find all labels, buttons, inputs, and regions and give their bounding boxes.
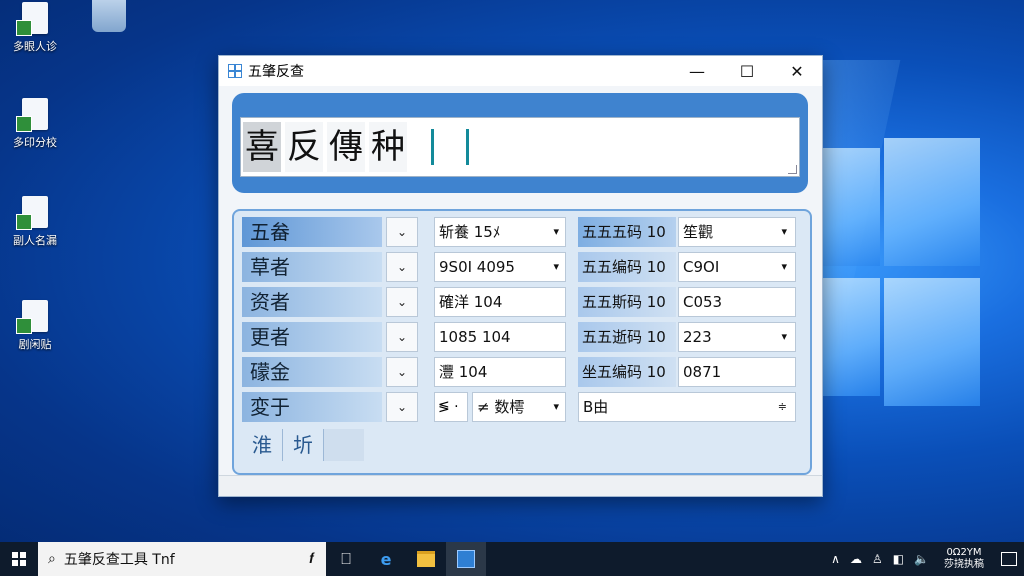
chevron-down-icon: ▾: [553, 260, 559, 273]
row-code-select[interactable]: C9OI ▾: [678, 252, 796, 282]
desktop-icon-label: 副人名漏: [13, 234, 57, 247]
volume-icon[interactable]: 🔈: [909, 552, 934, 566]
row-mid-select[interactable]: 9S0I 4095 ▾: [434, 252, 566, 282]
chevron-down-icon: ▾: [553, 400, 559, 413]
desktop-icon-1[interactable]: 多眼人诊: [0, 2, 70, 54]
row-mid-field[interactable]: 灃 104: [434, 357, 566, 387]
row-label: 更者: [242, 322, 382, 352]
input-panel: 喜 反 傳 种: [232, 93, 808, 193]
row-code-label: 五五五码 10: [578, 217, 676, 247]
windows-logo-wallpaper: [820, 138, 980, 406]
document-icon: [16, 98, 48, 132]
chevron-down-icon: ▾: [781, 225, 787, 238]
task-view-icon: ⎕: [341, 549, 351, 568]
row-code-select[interactable]: 笙觀 ▾: [678, 217, 796, 247]
document-icon: [16, 2, 48, 36]
text-caret: [466, 129, 469, 165]
bottom-tabs: 淮 圻: [242, 429, 364, 461]
clock[interactable]: 0Ω2YM 莎挠执稿: [934, 547, 994, 571]
document-icon: [16, 300, 48, 334]
desktop-icon-2[interactable]: 多印分校: [0, 98, 70, 150]
row-code-label: 坐五编码 10: [578, 357, 676, 387]
row-code-select[interactable]: 223 ▾: [678, 322, 796, 352]
task-view-button[interactable]: ⎕: [326, 542, 366, 576]
minimize-button[interactable]: —: [672, 56, 722, 86]
small-select[interactable]: ≶ ·: [434, 392, 468, 422]
desktop-icon-3[interactable]: 副人名漏: [0, 196, 70, 248]
store-icon: [457, 550, 475, 568]
edge-icon: e: [380, 549, 392, 569]
status-bar: [219, 475, 822, 496]
query-input[interactable]: 喜 反 傳 种: [240, 117, 800, 177]
input-char-1[interactable]: 喜: [243, 122, 281, 172]
row-code-label: 五五斯码 10: [578, 287, 676, 317]
chevron-down-icon: ▾: [553, 225, 559, 238]
notification-button[interactable]: [994, 542, 1024, 576]
microphone-icon[interactable]: 𝒇: [309, 551, 314, 567]
resize-grip-icon[interactable]: [788, 165, 797, 174]
desktop-icon-4[interactable]: 剧闲贴: [0, 300, 70, 352]
input-char-3[interactable]: 傳: [327, 122, 365, 172]
row-label: 草者: [242, 252, 382, 282]
notification-icon: [1001, 552, 1017, 566]
app-window: 五肇反查 — ☐ ✕ 喜 反 傳 种 五畚 ⌄ 斩養 15ﾒ▾ 五五五码 10: [218, 55, 823, 497]
row-label: 五畚: [242, 217, 382, 247]
row-code-label: 五五编码 10: [578, 252, 676, 282]
tab-2[interactable]: 圻: [283, 429, 324, 461]
network-icon[interactable]: ◧: [888, 552, 909, 566]
row-mid-field[interactable]: 確洋 104: [434, 287, 566, 317]
file-explorer-button[interactable]: [406, 542, 446, 576]
system-tray: ∧ ☁ ♙ ◧ 🔈 0Ω2YM 莎挠执稿: [826, 542, 1024, 576]
window-title: 五肇反查: [248, 64, 304, 80]
taskbar: ⌕ 五肇反查工具 Tnf 𝒇 ⎕ e ∧ ☁ ♙ ◧ 🔈 0Ω2YM 莎挠执稿: [0, 542, 1024, 576]
row-spin-field[interactable]: B由 ≑: [578, 392, 796, 422]
row-expand-button[interactable]: ⌄: [386, 252, 418, 282]
document-icon: [16, 196, 48, 230]
taskbar-search[interactable]: ⌕ 五肇反查工具 Tnf 𝒇: [38, 542, 326, 576]
row-label: 资者: [242, 287, 382, 317]
maximize-button[interactable]: ☐: [722, 56, 772, 86]
desktop-icon-label: 剧闲贴: [18, 338, 52, 351]
start-button[interactable]: [0, 542, 38, 576]
row-expand-button[interactable]: ⌄: [386, 217, 418, 247]
row-label: 変于: [242, 392, 382, 422]
search-icon: ⌕: [48, 551, 56, 567]
row-mid-select[interactable]: ≠ 数樗 ▾: [472, 392, 566, 422]
input-char-4[interactable]: 种: [369, 122, 407, 172]
row-expand-button[interactable]: ⌄: [386, 287, 418, 317]
edge-browser-button[interactable]: e: [366, 542, 406, 576]
clock-time: 0Ω2YM: [946, 547, 982, 558]
title-bar[interactable]: 五肇反查 — ☐ ✕: [219, 56, 822, 86]
windows-icon: [12, 552, 26, 566]
chevron-down-icon: ▾: [781, 330, 787, 343]
row-mid-select[interactable]: 斩養 15ﾒ ▾: [434, 217, 566, 247]
row-label: 礞金: [242, 357, 382, 387]
cloud-icon[interactable]: ☁: [845, 552, 867, 566]
text-caret: [431, 129, 434, 165]
chevron-down-icon: ▾: [781, 260, 787, 273]
input-char-2[interactable]: 反: [285, 122, 323, 172]
folder-icon: [417, 551, 435, 567]
app-icon: [228, 64, 242, 78]
tab-3[interactable]: [324, 429, 364, 461]
row-code-field[interactable]: 0871: [678, 357, 796, 387]
search-text: 五肇反查工具 Tnf: [63, 552, 175, 568]
row-expand-button[interactable]: ⌄: [386, 322, 418, 352]
recycle-bin-icon[interactable]: [92, 0, 126, 32]
desktop-icon-label: 多印分校: [13, 136, 57, 149]
row-mid-field[interactable]: 1085 104: [434, 322, 566, 352]
close-button[interactable]: ✕: [772, 56, 822, 86]
clock-date: 莎挠执稿: [944, 559, 984, 570]
row-expand-button[interactable]: ⌄: [386, 392, 418, 422]
result-form: 五畚 ⌄ 斩養 15ﾒ ▾ 五五五码 10 笙觀 ▾ 草者 ⌄ 9S0I 4095 ▾…: [232, 209, 812, 475]
tab-1[interactable]: 淮: [242, 429, 283, 461]
row-expand-button[interactable]: ⌄: [386, 357, 418, 387]
spinner-icon: ≑: [777, 400, 787, 413]
desktop-icon-label: 多眼人诊: [13, 40, 57, 53]
people-icon[interactable]: ♙: [867, 552, 888, 566]
tray-overflow-icon[interactable]: ∧: [826, 552, 845, 566]
row-code-field[interactable]: C053: [678, 287, 796, 317]
row-code-label: 五五逝码 10: [578, 322, 676, 352]
store-button[interactable]: [446, 542, 486, 576]
